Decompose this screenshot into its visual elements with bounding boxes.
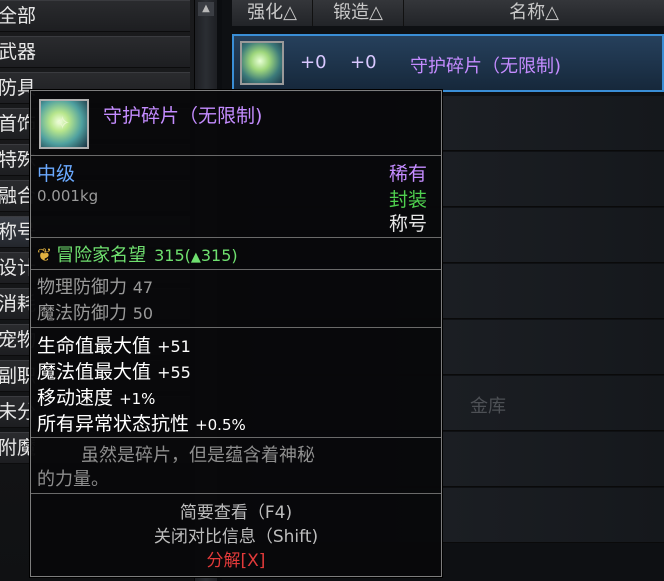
scroll-up-icon[interactable]: ▲ xyxy=(198,2,214,16)
defense-physical: 物理防御力 47 xyxy=(37,277,154,298)
row-item-name: 守护碎片（无限制) xyxy=(410,56,562,77)
tooltip-item-name: 守护碎片（无限制) xyxy=(103,105,263,127)
fame-value: 315( xyxy=(154,246,191,265)
stat-mp: 魔法值最大值 +55 xyxy=(37,361,191,383)
stat-hp: 生命值最大值 +51 xyxy=(37,335,191,357)
selected-item-row[interactable]: +0 +0 守护碎片（无限制) xyxy=(232,34,664,92)
category-all[interactable]: 全部 xyxy=(0,0,190,32)
item-rarity: 稀有 xyxy=(388,163,427,185)
header-name[interactable]: 名称△ xyxy=(404,0,664,26)
header-forge[interactable]: 锻造△ xyxy=(313,0,404,26)
item-type: 称号 xyxy=(388,213,427,235)
item-weight: 0.001kg xyxy=(37,187,99,205)
header-enhance[interactable]: 强化△ xyxy=(232,0,313,26)
hint-close-compare[interactable]: 关闭对比信息（Shift) xyxy=(31,522,441,547)
row-enhance: +0 xyxy=(300,52,327,73)
category-weapon[interactable]: 武器 xyxy=(0,36,190,68)
description-line-1: 虽然是碎片，但是蕴含着神秘 xyxy=(81,445,315,466)
item-tooltip: ✧ 守护碎片（无限制) 中级 0.001kg 稀有 封装 称号 ❦ 冒险家名望 31… xyxy=(30,90,442,577)
divider xyxy=(31,493,441,494)
item-icon[interactable] xyxy=(240,41,284,85)
fame-up-arrow: ▲ xyxy=(190,250,201,265)
defense-magic: 魔法防御力 50 xyxy=(37,303,154,324)
hint-brief-view[interactable]: 简要查看（F4) xyxy=(31,498,441,523)
item-sealed: 封装 xyxy=(388,189,427,211)
divider xyxy=(31,437,441,438)
background-label: 金库 xyxy=(470,396,506,417)
divider xyxy=(31,237,441,238)
description-line-2: 的力量。 xyxy=(37,469,109,490)
fame-line: ❦ 冒险家名望 315(▲315) xyxy=(37,241,238,267)
divider xyxy=(31,327,441,328)
row-forge: +0 xyxy=(350,52,377,73)
stat-move-speed: 移动速度 +1% xyxy=(37,387,156,409)
fame-up-value: 315) xyxy=(200,246,238,265)
disassemble-button[interactable]: 分解[X] xyxy=(31,546,441,571)
stat-status-resist: 所有异常状态抗性 +0.5% xyxy=(37,413,246,435)
item-grade: 中级 xyxy=(37,163,76,185)
divider xyxy=(31,269,441,270)
divider xyxy=(31,155,441,156)
item-icon: ✧ xyxy=(39,99,89,149)
fame-label: 冒险家名望 xyxy=(56,245,147,266)
crest-icon: ❦ xyxy=(37,245,53,266)
